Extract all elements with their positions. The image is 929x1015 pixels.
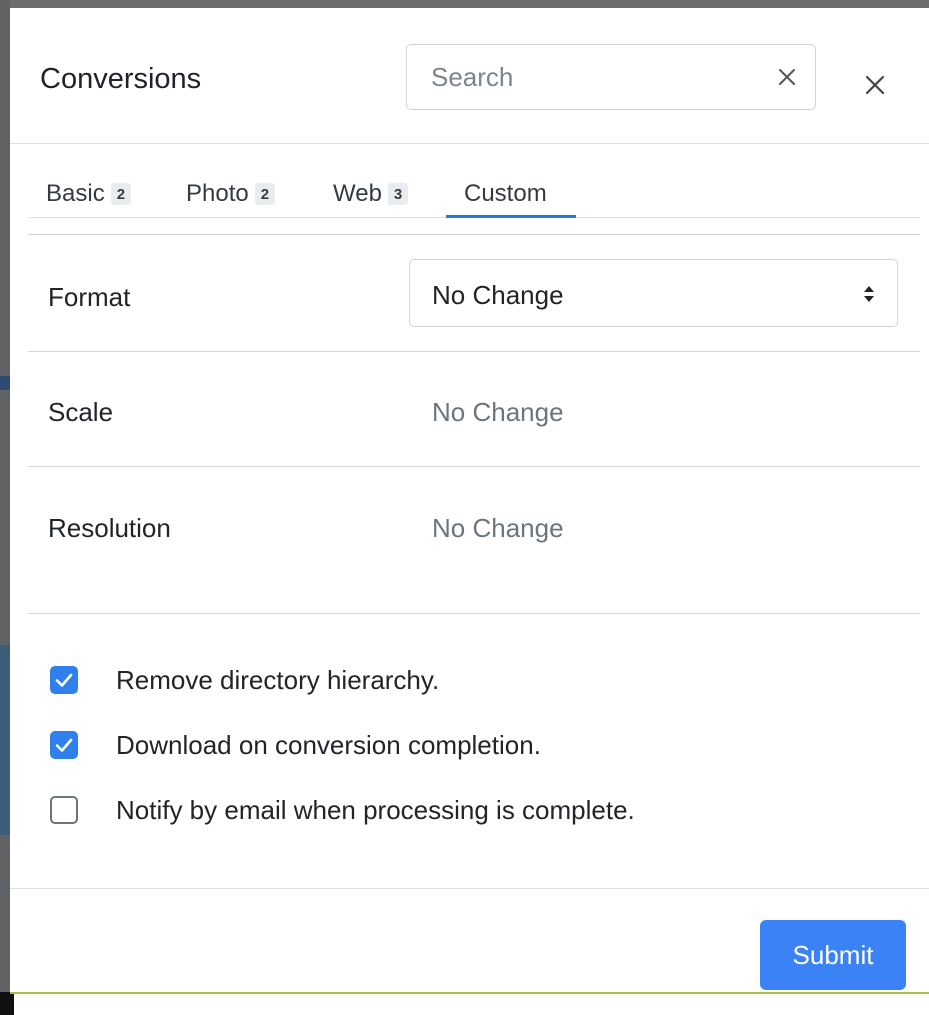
remove-hierarchy-label[interactable]: Remove directory hierarchy.	[116, 665, 439, 696]
row-divider	[28, 613, 920, 614]
background-app-line	[10, 992, 929, 994]
format-label: Format	[48, 282, 131, 312]
clear-search-icon[interactable]	[771, 61, 803, 93]
modal-title: Conversions	[40, 63, 202, 95]
tab-basic[interactable]: Basic 2	[46, 180, 132, 220]
format-select[interactable]: No Change	[409, 259, 898, 327]
active-tab-indicator	[446, 215, 576, 218]
header-divider	[10, 143, 929, 144]
download-on-completion-checkbox[interactable]	[50, 731, 78, 759]
tab-count-badge: 3	[387, 183, 409, 205]
background-app-corner	[0, 992, 14, 1015]
tab-photo[interactable]: Photo 2	[186, 180, 276, 220]
close-icon[interactable]	[858, 68, 892, 102]
tab-count-badge: 2	[110, 183, 132, 205]
row-divider	[28, 351, 920, 352]
submit-button[interactable]: Submit	[760, 920, 906, 990]
tab-count-badge: 2	[254, 183, 276, 205]
background-app-top	[0, 0, 929, 8]
search-input[interactable]	[431, 59, 751, 95]
resolution-value[interactable]: No Change	[432, 513, 564, 544]
resolution-label: Resolution	[48, 513, 171, 543]
scale-value[interactable]: No Change	[432, 397, 564, 428]
remove-hierarchy-checkbox[interactable]	[50, 666, 78, 694]
download-on-completion-label[interactable]: Download on conversion completion.	[116, 730, 541, 761]
format-select-value: No Change	[432, 280, 564, 310]
scale-label: Scale	[48, 397, 114, 427]
background-app-left	[0, 0, 10, 1015]
tab-label: Web	[333, 180, 382, 207]
sort-arrows-icon	[864, 286, 874, 302]
tab-custom[interactable]: Custom	[464, 180, 547, 220]
search-box	[406, 44, 816, 110]
check-icon	[55, 738, 73, 752]
row-divider	[28, 466, 920, 467]
footer-divider	[10, 888, 929, 889]
tabs-divider	[28, 234, 920, 235]
background-app-mark	[0, 376, 10, 390]
tab-web[interactable]: Web 3	[333, 180, 409, 220]
conversions-modal: Conversions Basic2 Photo2 Web3 Custom Fo…	[10, 8, 929, 992]
tab-label: Basic	[46, 180, 105, 207]
check-icon	[55, 673, 73, 687]
tab-label: Custom	[464, 180, 547, 207]
notify-email-checkbox[interactable]	[50, 796, 78, 824]
notify-email-label[interactable]: Notify by email when processing is compl…	[116, 795, 635, 826]
tab-label: Photo	[186, 180, 249, 207]
background-app-mark	[0, 645, 10, 835]
